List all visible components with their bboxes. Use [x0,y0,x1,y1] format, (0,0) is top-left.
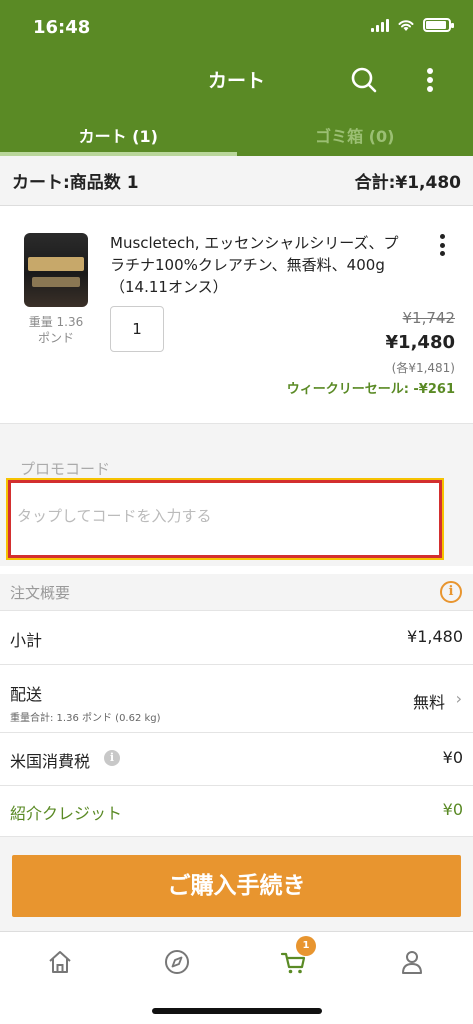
tab-trash[interactable]: ゴミ箱 (0) [237,112,473,156]
quantity-selector[interactable]: 1 [110,306,164,352]
search-icon[interactable] [350,66,378,94]
cart-total: 合計:¥1,480 [354,173,461,193]
item-count: カート:商品数 1 [12,173,139,193]
sale-price: ¥1,480 [385,332,455,353]
status-time: 16:48 [33,17,91,38]
referral-credit-value: ¥0 [442,800,463,819]
item-more-icon[interactable] [434,234,450,256]
shipping-weight: 重量合計: 1.36 ポンド (0.62 kg) [10,713,161,724]
shipping-value: 無料 [412,693,445,712]
home-icon[interactable] [42,944,78,980]
promo-code-input[interactable] [17,507,417,525]
checkout-area: ご購入手続き [0,837,473,931]
status-icons [371,18,454,32]
explore-compass-icon[interactable] [159,944,195,980]
tax-row: 米国消費税 i ¥0 [0,732,473,785]
page-title: カート [207,70,265,92]
weekly-sale-discount: ウィークリーセール: -¥261 [286,382,455,397]
referral-credit-label: 紹介クレジット [10,804,123,823]
tab-cart[interactable]: カート (1) [0,112,237,156]
subtotal-label: 小計 [10,631,43,650]
promo-code-box[interactable] [6,478,444,560]
cellular-signal-icon [371,18,389,32]
wifi-icon [398,20,414,31]
chevron-right-icon: › [455,689,462,708]
home-indicator [152,1008,322,1014]
promo-section: プロモコード [0,424,473,566]
cart-summary-bar: カート:商品数 1 合計:¥1,480 [0,156,473,206]
subtotal-row: 小計 ¥1,480 [0,610,473,664]
order-summary-header: 注文概要 i [0,574,473,610]
checkout-button[interactable]: ご購入手続き [12,855,461,917]
info-icon[interactable]: i [440,581,462,603]
shipping-label: 配送 [10,685,43,704]
product-name[interactable]: Muscletech, エッセンシャルシリーズ、プラチナ100%クレアチン、無香… [110,232,410,298]
referral-credit-row[interactable]: 紹介クレジット ¥0 [0,785,473,837]
tax-info-icon[interactable]: i [104,750,120,766]
shipping-row[interactable]: 配送 重量合計: 1.36 ポンド (0.62 kg) 無料 › [0,664,473,732]
account-icon[interactable] [394,944,430,980]
product-weight: 重量 1.36 ポンド [28,315,84,345]
battery-icon [423,18,454,32]
cart-nav-icon[interactable]: 1 [276,936,316,980]
more-options-icon[interactable] [420,66,440,94]
cart-badge: 1 [296,936,316,956]
tax-value: ¥0 [442,748,463,767]
order-summary-title: 注文概要 [10,584,71,602]
cart-tabs: カート (1) ゴミ箱 (0) [0,112,473,156]
unit-price: (各¥1,481) [391,361,455,375]
tax-label: 米国消費税 [10,752,91,771]
product-image[interactable] [24,233,88,307]
status-bar: 16:48 [0,0,473,56]
original-price: ¥1,742 [402,309,456,327]
promo-label: プロモコード [20,460,111,478]
subtotal-value: ¥1,480 [407,627,463,646]
cart-item: 重量 1.36 ポンド Muscletech, エッセンシャルシリーズ、プラチナ… [0,206,473,424]
app-header: 16:48 カート カート (1) ゴミ箱 (0) [0,0,473,156]
